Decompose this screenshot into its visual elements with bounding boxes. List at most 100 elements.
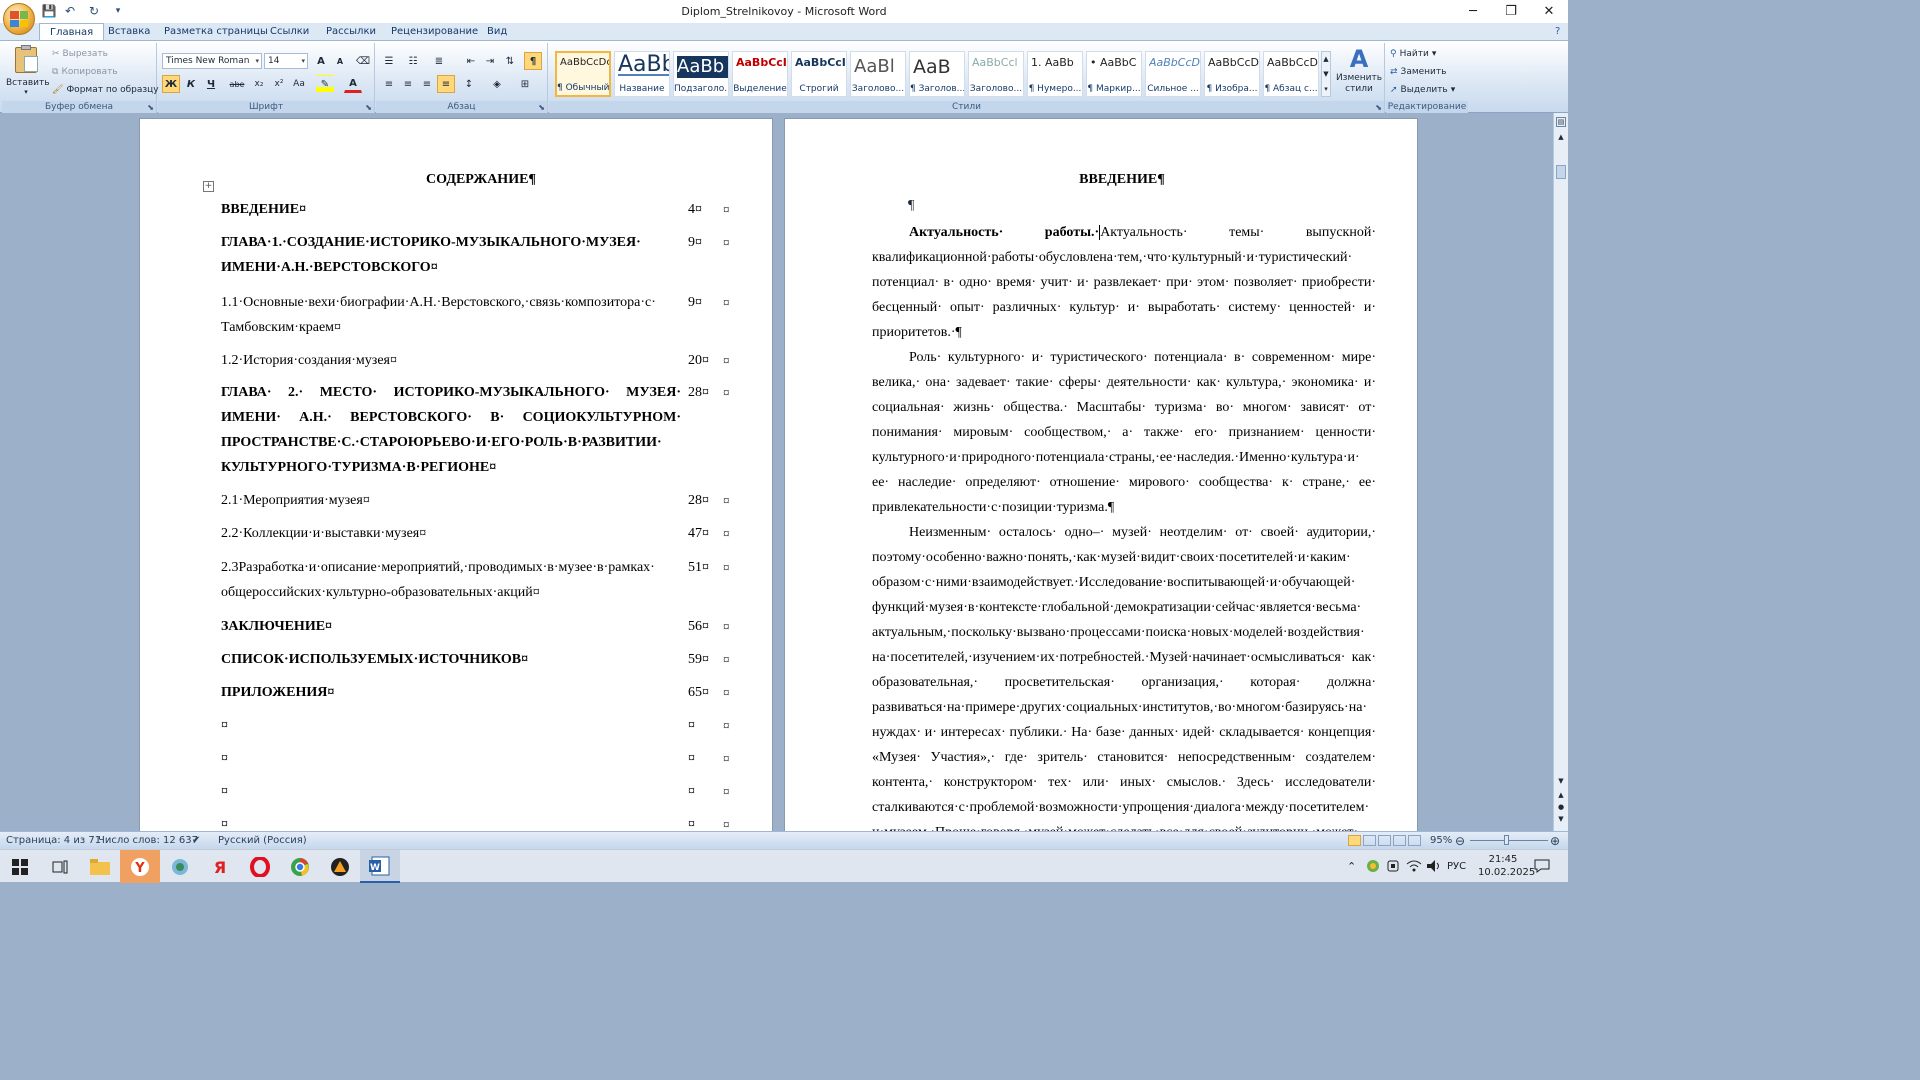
style-bulleted[interactable]: • AaBbC ¶ Маркир... — [1086, 51, 1142, 97]
wifi-icon[interactable] — [1406, 850, 1422, 883]
tab-insert[interactable]: Вставка — [106, 23, 152, 40]
dialog-launcher-icon[interactable]: ⬊ — [147, 103, 154, 112]
tab-references[interactable]: Ссылки — [268, 23, 311, 40]
copy-button[interactable]: ⧉ Копировать — [52, 67, 118, 77]
toc-page-number[interactable]: 4¤ — [688, 197, 728, 222]
word-count[interactable]: Число слов: 12 637 — [98, 832, 198, 850]
tab-home[interactable]: Главная — [39, 23, 105, 40]
tab-review[interactable]: Рецензирование — [389, 23, 480, 40]
dialog-launcher-icon[interactable]: ⬊ — [365, 103, 372, 112]
toc-page-number[interactable]: 51¤ — [688, 555, 728, 580]
opera-icon[interactable] — [240, 850, 280, 883]
ruler-toggle-icon[interactable]: ▤ — [1556, 117, 1566, 127]
toc-entry[interactable]: ¤ — [221, 779, 681, 804]
minimize-button[interactable]: ─ — [1455, 0, 1491, 23]
page-right[interactable]: ВВЕДЕНИЕ¶ ¶ Актуальность· работы.·Актуал… — [785, 119, 1417, 831]
style-normal[interactable]: AaBbCcDc ¶ Обычный — [555, 51, 611, 97]
toc-entry[interactable]: ¤ — [221, 713, 681, 738]
tab-mailings[interactable]: Рассылки — [324, 23, 378, 40]
bold-button[interactable]: Ж — [162, 75, 180, 93]
toc-entry[interactable]: 1.1·Основные·вехи·биографии·А.Н.·Верстов… — [221, 290, 681, 340]
font-color-button[interactable]: A — [344, 75, 362, 93]
italic-button[interactable]: К — [182, 75, 200, 93]
office-button[interactable] — [3, 3, 35, 35]
scroll-thumb[interactable] — [1556, 165, 1566, 179]
toc-page-number[interactable]: ¤ — [688, 812, 728, 831]
sort-icon[interactable]: ⇅ — [501, 52, 519, 70]
style-heading-3[interactable]: AaBbCcl Заголово... — [968, 51, 1024, 97]
toc-entry[interactable]: 2.2·Коллекции·и·выставки·музея¤ — [221, 521, 681, 546]
align-right-icon[interactable]: ≡ — [418, 75, 436, 93]
styles-scroll[interactable]: ▲ ▼ ▾ — [1321, 51, 1331, 97]
toc-entry[interactable]: ГЛАВА· 2.· МЕСТО· ИСТОРИКО-МУЗЫКАЛЬНОГО·… — [221, 380, 681, 480]
next-page-icon[interactable]: ▼ — [1554, 815, 1568, 823]
find-button[interactable]: ⚲ Найти ▾ — [1390, 49, 1436, 59]
word-taskbar-icon[interactable]: W — [360, 850, 400, 883]
increase-indent-icon[interactable]: ⇥ — [481, 52, 499, 70]
close-button[interactable]: ✕ — [1531, 0, 1567, 23]
style-title[interactable]: AaBb Название — [614, 51, 670, 97]
file-explorer-icon[interactable] — [80, 850, 120, 883]
style-list-paragraph[interactable]: AaBbCcD ¶ Абзац с... — [1263, 51, 1319, 97]
toc-page-number[interactable]: 28¤ — [688, 380, 728, 405]
toc-page-number[interactable]: ¤ — [688, 779, 728, 804]
language-indicator[interactable]: Русский (Россия) — [218, 832, 307, 850]
highlight-icon[interactable]: ✎ — [316, 75, 334, 93]
tray-overflow-icon[interactable]: ⌃ — [1347, 850, 1356, 883]
style-numbered[interactable]: 1. AaBb ¶ Нумеро... — [1027, 51, 1083, 97]
style-emphasis[interactable]: AaBbCcI Выделение — [732, 51, 788, 97]
style-heading[interactable]: AaBl Заголово... — [850, 51, 906, 97]
toc-entry[interactable]: 1.2·История·создания·музея¤ — [221, 348, 681, 373]
toc-page-number[interactable]: ¤ — [688, 746, 728, 771]
tab-view[interactable]: Вид — [485, 23, 509, 40]
redo-icon[interactable]: ↻ — [86, 3, 102, 19]
toc-page-number[interactable]: 59¤ — [688, 647, 728, 672]
underline-button[interactable]: Ч — [202, 75, 220, 93]
toc-page-number[interactable]: 9¤ — [688, 230, 728, 255]
toc-entry[interactable]: ¤ — [221, 812, 681, 831]
toc-page-number[interactable]: 9¤ — [688, 290, 728, 315]
show-formatting-button[interactable]: ¶ — [524, 52, 542, 70]
justify-icon[interactable]: ≡ — [437, 75, 455, 93]
dialog-launcher-icon[interactable]: ⬊ — [1375, 103, 1382, 112]
web-layout-icon[interactable] — [1378, 835, 1391, 846]
numbering-icon[interactable]: ☷ — [404, 52, 422, 70]
font-name-combo[interactable]: Times New Roman ▾ — [162, 53, 262, 69]
tray-device-icon[interactable] — [1386, 850, 1400, 883]
toc-entry[interactable]: ГЛАВА·1.·СОЗДАНИЕ·ИСТОРИКО-МУЗЫКАЛЬНОГО·… — [221, 230, 681, 280]
style-subtitle[interactable]: AaBb Подзаголо... — [673, 51, 729, 97]
input-language[interactable]: РУС — [1447, 850, 1466, 883]
grow-font-button[interactable]: A — [312, 52, 330, 70]
prev-page-icon[interactable]: ▲ — [1554, 791, 1568, 799]
strikethrough-button[interactable]: abe — [228, 75, 246, 93]
help-icon[interactable]: ? — [1553, 23, 1562, 40]
bullets-icon[interactable]: ☰ — [380, 52, 398, 70]
zoom-slider-thumb[interactable] — [1504, 835, 1509, 845]
style-strong[interactable]: AaBbCcI Строгий — [791, 51, 847, 97]
browse-object-icon[interactable]: ● — [1554, 803, 1568, 811]
draft-icon[interactable] — [1408, 835, 1421, 846]
toc-entry[interactable]: 2.1·Мероприятия·музея¤ — [221, 488, 681, 513]
tab-page-layout[interactable]: Разметка страницы — [162, 23, 270, 40]
superscript-button[interactable]: x² — [270, 75, 288, 93]
toc-page-number[interactable]: 47¤ — [688, 521, 728, 546]
zoom-level[interactable]: 95% — [1430, 832, 1452, 850]
task-view-icon[interactable] — [40, 850, 80, 883]
full-screen-icon[interactable] — [1363, 835, 1376, 846]
decrease-indent-icon[interactable]: ⇤ — [462, 52, 480, 70]
zoom-slider[interactable] — [1470, 835, 1548, 845]
toc-page-number[interactable]: 28¤ — [688, 488, 728, 513]
yandex-browser-icon[interactable]: Y — [120, 850, 160, 883]
toc-entry[interactable]: 2.3Разработка·и·описание·мероприятий,·пр… — [221, 555, 681, 605]
clock[interactable]: 21:45 10.02.2025 — [1478, 850, 1535, 883]
toc-entry[interactable]: ЗАКЛЮЧЕНИЕ¤ — [221, 614, 681, 639]
clear-formatting-icon[interactable]: ⌫ — [354, 52, 372, 70]
shrink-font-button[interactable]: A — [331, 52, 349, 70]
change-styles-button[interactable]: A Изменить стили — [1335, 45, 1383, 99]
toc-page-number[interactable]: ¤ — [688, 713, 728, 738]
format-painter-button[interactable]: 🖌 Формат по образцу — [52, 85, 159, 95]
toc-entry[interactable]: ПРИЛОЖЕНИЯ¤ — [221, 680, 681, 705]
dialog-launcher-icon[interactable]: ⬊ — [538, 103, 545, 112]
line-spacing-icon[interactable]: ↕ — [460, 75, 478, 93]
align-center-icon[interactable]: ≡ — [399, 75, 417, 93]
